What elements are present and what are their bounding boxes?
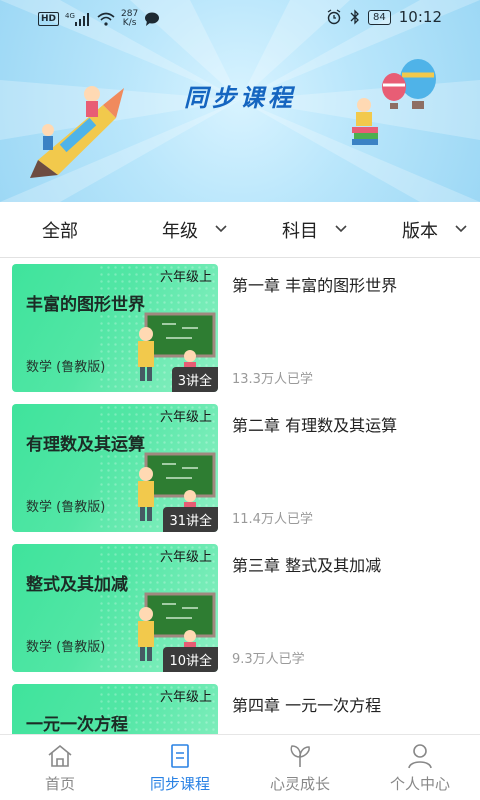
- course-thumbnail[interactable]: 六年级上 丰富的图形世界 数学 (鲁教版) 3讲全: [12, 264, 218, 392]
- chapter-title[interactable]: 第三章 整式及其加减: [232, 552, 381, 576]
- filter-grade-label: 年级: [162, 220, 198, 242]
- course-thumbnail[interactable]: 六年级上 有理数及其运算 数学 (鲁教版) 31讲全: [12, 404, 218, 532]
- filter-subject-label: 科目: [282, 220, 318, 242]
- book-icon: [171, 744, 189, 768]
- chapter-title[interactable]: 第二章 有理数及其运算: [232, 412, 397, 436]
- filter-edition-label: 版本: [402, 220, 438, 242]
- learner-count: 13.3万人已学: [232, 372, 313, 387]
- chapter-title[interactable]: 第一章 丰富的图形世界: [232, 272, 397, 296]
- header-banner: HD 4G 287 K/s 84 10:12 同步课程: [0, 0, 480, 202]
- hd-badge: HD: [38, 12, 60, 26]
- chevron-down-icon: [455, 225, 467, 233]
- filter-edition[interactable]: 版本: [360, 202, 480, 257]
- svg-text:4G: 4G: [65, 12, 75, 20]
- bluetooth-icon: [350, 9, 359, 25]
- tab-home-label: 首页: [44, 775, 75, 793]
- thumbnail-title: 有理数及其运算: [26, 435, 145, 455]
- alarm-icon: [327, 9, 341, 25]
- course-list[interactable]: 六年级上 丰富的图形世界 数学 (鲁教版) 3讲全 第一章 丰富的图形世界 13…: [0, 258, 480, 734]
- filter-all[interactable]: 全部: [0, 202, 120, 257]
- chapter-title[interactable]: 第四章 一元一次方程: [232, 692, 381, 716]
- course-item[interactable]: 六年级上 有理数及其运算 数学 (鲁教版) 31讲全 第二章 有理数及其运算 1…: [0, 398, 480, 532]
- subject-label: 数学 (鲁教版): [26, 500, 106, 515]
- filter-all-label: 全部: [42, 220, 78, 242]
- lesson-count-badge: 3讲全: [171, 367, 218, 392]
- tab-growth-label: 心灵成长: [269, 775, 330, 793]
- subject-label: 数学 (鲁教版): [26, 640, 106, 655]
- tab-sync-courses[interactable]: 同步课程: [120, 735, 240, 800]
- grade-label: 六年级上: [159, 270, 212, 285]
- message-icon: [145, 12, 160, 26]
- grade-label: 六年级上: [159, 550, 212, 565]
- balloons-illustration: [352, 59, 436, 145]
- learner-count: 11.4万人已学: [232, 512, 313, 527]
- grade-label: 六年级上: [159, 690, 212, 705]
- tab-growth[interactable]: 心灵成长: [240, 735, 360, 800]
- home-icon: [48, 744, 72, 767]
- subject-label: 数学 (鲁教版): [26, 360, 106, 375]
- lesson-count-badge: 10讲全: [163, 647, 218, 672]
- course-thumbnail[interactable]: 六年级上 一元一次方程: [12, 684, 218, 734]
- course-item[interactable]: 六年级上 一元一次方程 第四章 一元一次方程: [0, 678, 480, 734]
- network-speed: 287 K/s: [121, 9, 139, 28]
- tab-profile[interactable]: 个人中心: [360, 735, 480, 800]
- signal-icon: 4G: [65, 12, 90, 26]
- course-thumbnail[interactable]: 六年级上 整式及其加减 数学 (鲁教版) 10讲全: [12, 544, 218, 672]
- wifi-icon: [97, 12, 115, 26]
- lesson-count-badge: 31讲全: [163, 507, 218, 532]
- filter-bar: 全部 年级 科目 版本: [0, 202, 480, 258]
- course-item[interactable]: 六年级上 整式及其加减 数学 (鲁教版) 10讲全 第三章 整式及其加减 9.3…: [0, 538, 480, 672]
- person-icon: [408, 744, 432, 769]
- grade-label: 六年级上: [159, 410, 212, 425]
- thumbnail-title: 整式及其加减: [26, 575, 128, 595]
- status-bar: HD 4G 287 K/s 84 10:12: [0, 0, 480, 36]
- learner-count: 9.3万人已学: [232, 652, 305, 667]
- chevron-down-icon: [335, 225, 347, 233]
- chevron-down-icon: [215, 225, 227, 233]
- filter-subject[interactable]: 科目: [240, 202, 360, 257]
- screen: HD 4G 287 K/s 84 10:12 同步课程 全部 年级 科目 版本 …: [0, 0, 480, 800]
- battery-level: 84: [368, 9, 391, 25]
- tab-profile-label: 个人中心: [389, 775, 450, 793]
- tab-sync-courses-label: 同步课程: [149, 775, 210, 793]
- bottom-tab-bar: 首页 同步课程 心灵成长 个人中心: [0, 734, 480, 800]
- clock: 10:12: [398, 8, 442, 26]
- thumbnail-title: 丰富的图形世界: [26, 295, 145, 315]
- thumbnail-title: 一元一次方程: [26, 715, 128, 734]
- leaf-icon: [290, 745, 310, 767]
- course-item[interactable]: 六年级上 丰富的图形世界 数学 (鲁教版) 3讲全 第一章 丰富的图形世界 13…: [0, 258, 480, 392]
- tab-home[interactable]: 首页: [0, 735, 120, 800]
- filter-grade[interactable]: 年级: [120, 202, 240, 257]
